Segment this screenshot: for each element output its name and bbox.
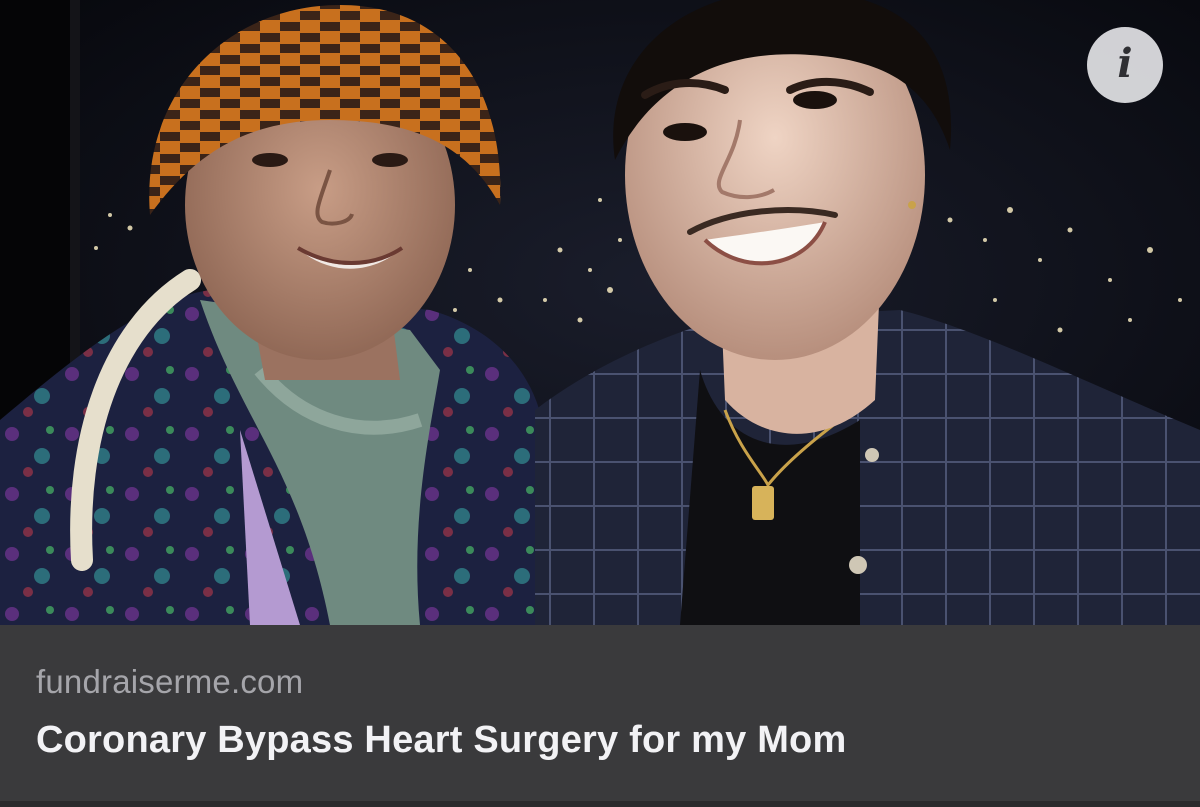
link-caption[interactable]: fundraiserme.com Coronary Bypass Heart S…: [0, 625, 1200, 807]
link-preview-card[interactable]: i fundraiserme.com Coronary Bypass Heart…: [0, 0, 1200, 807]
link-domain: fundraiserme.com: [36, 663, 304, 700]
selfie-photo-illustration: [0, 0, 1200, 625]
card-bottom-divider: [0, 801, 1200, 807]
link-title[interactable]: Coronary Bypass Heart Surgery for my Mom: [36, 719, 846, 762]
preview-photo[interactable]: i: [0, 0, 1200, 625]
info-button[interactable]: i: [1087, 27, 1163, 103]
info-icon: i: [1117, 40, 1133, 87]
